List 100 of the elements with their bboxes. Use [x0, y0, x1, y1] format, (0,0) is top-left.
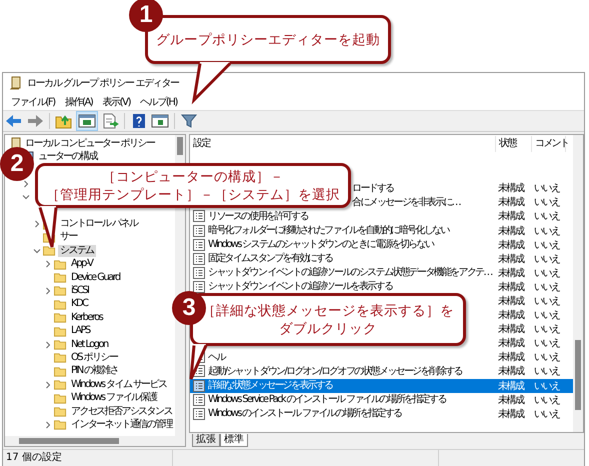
chevron-right-icon[interactable] — [32, 220, 40, 228]
setting-icon — [193, 394, 205, 406]
state-cell-text: 未構成 — [498, 350, 524, 364]
view-tab[interactable]: 標準 — [220, 434, 248, 447]
comment-cell-text: いいえ — [534, 323, 560, 336]
comment-cell-text: いいえ — [534, 408, 560, 421]
folder-icon — [54, 285, 67, 296]
chevron-down-icon[interactable] — [22, 193, 30, 202]
comment-cell-text: いいえ — [534, 210, 560, 224]
column-header[interactable]: コメント — [532, 136, 566, 152]
menu-item[interactable]: ヘルプ(H) — [138, 94, 180, 110]
state-cell-text: 未構成 — [498, 322, 524, 336]
comment-cell-text: いいえ — [534, 182, 560, 196]
scrollbar-thumb[interactable] — [19, 438, 119, 444]
setting-name[interactable]: ロードする — [352, 182, 394, 195]
chevron-right-icon[interactable] — [44, 340, 52, 349]
tree-item[interactable]: LAPS — [69, 325, 92, 338]
setting-name[interactable]: ヘル — [208, 350, 225, 364]
tree-item[interactable]: Net Logon — [69, 338, 110, 351]
setting-name[interactable]: Windows システムのシャットダウンのときに電源を切らない — [208, 238, 434, 252]
back-arrow-icon[interactable] — [5, 113, 23, 129]
chevron-right-icon[interactable] — [44, 380, 52, 389]
pane-toggle-icon[interactable] — [76, 111, 98, 131]
setting-name[interactable]: リソースの使用を許可する — [208, 210, 308, 223]
setting-icon — [193, 266, 205, 279]
setting-name[interactable]: 暗号化フォルダーに移動されたファイルを自動的に暗号化しない — [208, 224, 449, 238]
state-cell-text: 未構成 — [498, 364, 524, 378]
view-tab[interactable]: 拡張 — [192, 434, 220, 447]
folder-icon — [54, 352, 67, 364]
tree-item[interactable]: インターネット通信の管理 — [69, 418, 174, 431]
folder-up-icon[interactable] — [55, 113, 73, 129]
state-cell-text: 未構成 — [498, 196, 524, 210]
folder-icon — [54, 366, 67, 377]
state-cell-text: 未構成 — [498, 210, 524, 224]
setting-name[interactable]: 合にメッセージを非表示に… — [352, 196, 460, 209]
tree-item[interactable]: KDC — [69, 298, 90, 310]
export-list-icon[interactable] — [101, 113, 119, 129]
policy-book-icon — [9, 76, 23, 90]
tree-item[interactable]: ューターの構成 — [36, 151, 99, 164]
setting-name[interactable]: 詳細な状態メッセージを表示する — [208, 379, 333, 392]
policy-book-icon — [9, 137, 21, 150]
folder-icon — [54, 312, 67, 324]
setting-icon — [193, 380, 205, 392]
menu-item[interactable]: 表示(V) — [100, 94, 132, 110]
tree-item[interactable]: PIN の複雑さ — [69, 365, 120, 378]
comment-cell-text: いいえ — [534, 280, 560, 294]
tree-item[interactable]: アクセス拒否アシスタンス — [69, 406, 174, 418]
setting-name[interactable]: シャットダウン イベントの追跡ツールを表示する — [208, 280, 392, 294]
state-cell-text: 未構成 — [498, 308, 524, 322]
comment-cell-text: いいえ — [534, 238, 560, 252]
folder-icon — [54, 339, 67, 350]
folder-icon — [54, 379, 67, 390]
setting-icon — [193, 224, 205, 237]
tree-item[interactable]: App-V — [69, 258, 94, 270]
tree-item[interactable]: コントロール パネル — [58, 218, 140, 230]
tree-item[interactable]: Windows ファイル保護 — [69, 392, 158, 404]
tree-item[interactable]: システム — [58, 244, 96, 257]
menu-item[interactable]: ファイル(F) — [9, 94, 57, 110]
setting-icon — [193, 252, 205, 265]
tree-item[interactable]: Kerberos — [69, 312, 104, 324]
comment-cell-text: いいえ — [534, 196, 560, 210]
folder-icon — [54, 419, 67, 430]
properties-window-icon[interactable] — [151, 113, 169, 129]
folder-icon — [54, 326, 67, 337]
setting-name[interactable]: Windows Service Pack のインストール ファイルの場所を指定する — [208, 393, 446, 406]
state-cell-text: 未構成 — [498, 408, 524, 421]
folder-icon — [54, 258, 67, 270]
setting-name[interactable]: シャットダウン イベントの追跡ツールのシステム状態データ機能をアクテ… — [208, 266, 492, 280]
setting-name[interactable]: 起動/シャットダウン/ログオン/ログオフの状態メッセージを削除する — [208, 364, 462, 378]
comment-cell-text: いいえ — [534, 394, 560, 407]
state-cell-text: 未構成 — [498, 252, 524, 266]
chevron-right-icon[interactable] — [44, 260, 52, 268]
setting-name[interactable]: Windows のインストール ファイルの場所を指定する — [208, 407, 402, 420]
window-title: ローカル グループ ポリシー エディター — [27, 76, 179, 90]
tree-item[interactable]: Windows タイム サービス — [69, 378, 168, 391]
comment-cell-text: いいえ — [534, 380, 560, 393]
forward-arrow-icon[interactable] — [26, 113, 44, 129]
menu-item[interactable]: 操作(A) — [62, 94, 94, 110]
tree-item[interactable]: Device Guard — [69, 272, 122, 284]
tree-item[interactable]: サー — [58, 231, 79, 244]
filter-icon[interactable] — [180, 113, 198, 129]
tree-item[interactable]: iSCSI — [69, 284, 90, 297]
column-header[interactable]: 状態 — [496, 136, 532, 152]
comment-cell-text: いいえ — [534, 224, 560, 238]
scrollbar-thumb[interactable] — [177, 137, 183, 155]
help-icon[interactable] — [130, 113, 148, 129]
tree-item[interactable]: OS ポリシー — [69, 352, 120, 364]
column-header[interactable]: 設定 — [190, 136, 496, 152]
state-cell-text: 未構成 — [498, 238, 524, 252]
scrollbar-thumb[interactable] — [575, 340, 581, 410]
state-cell-text: 未構成 — [498, 266, 524, 280]
chevron-right-icon[interactable] — [44, 286, 52, 295]
folder-icon — [54, 272, 67, 284]
chevron-right-icon[interactable] — [22, 180, 30, 188]
chevron-right-icon[interactable] — [44, 420, 52, 429]
setting-icon — [193, 238, 205, 251]
tree-item[interactable]: ローカル コンピューター ポリシー — [23, 138, 156, 150]
chevron-down-icon[interactable] — [32, 246, 40, 255]
state-cell-text: 未構成 — [498, 224, 524, 238]
setting-name[interactable]: 固定タイムスタンプを有効にする — [208, 252, 333, 266]
